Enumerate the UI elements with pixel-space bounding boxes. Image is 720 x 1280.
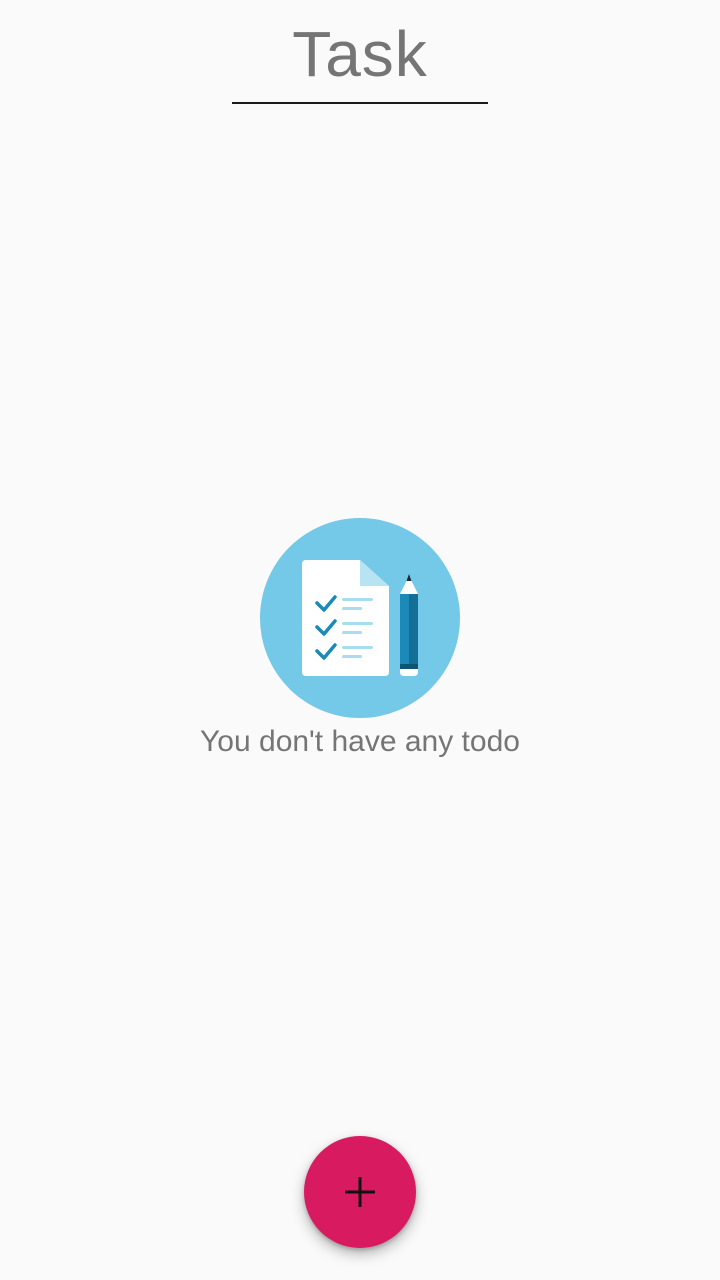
todo-checklist-pencil-icon — [260, 518, 460, 718]
add-task-button[interactable] — [304, 1136, 416, 1248]
plus-icon — [345, 1177, 375, 1207]
empty-state-message: You don't have any todo — [200, 725, 520, 758]
todo-screen: Task You don't have any todo — [0, 0, 720, 1280]
header: Task — [232, 14, 488, 104]
empty-state: You don't have any todo — [0, 518, 720, 762]
page-title: Task — [292, 18, 428, 90]
